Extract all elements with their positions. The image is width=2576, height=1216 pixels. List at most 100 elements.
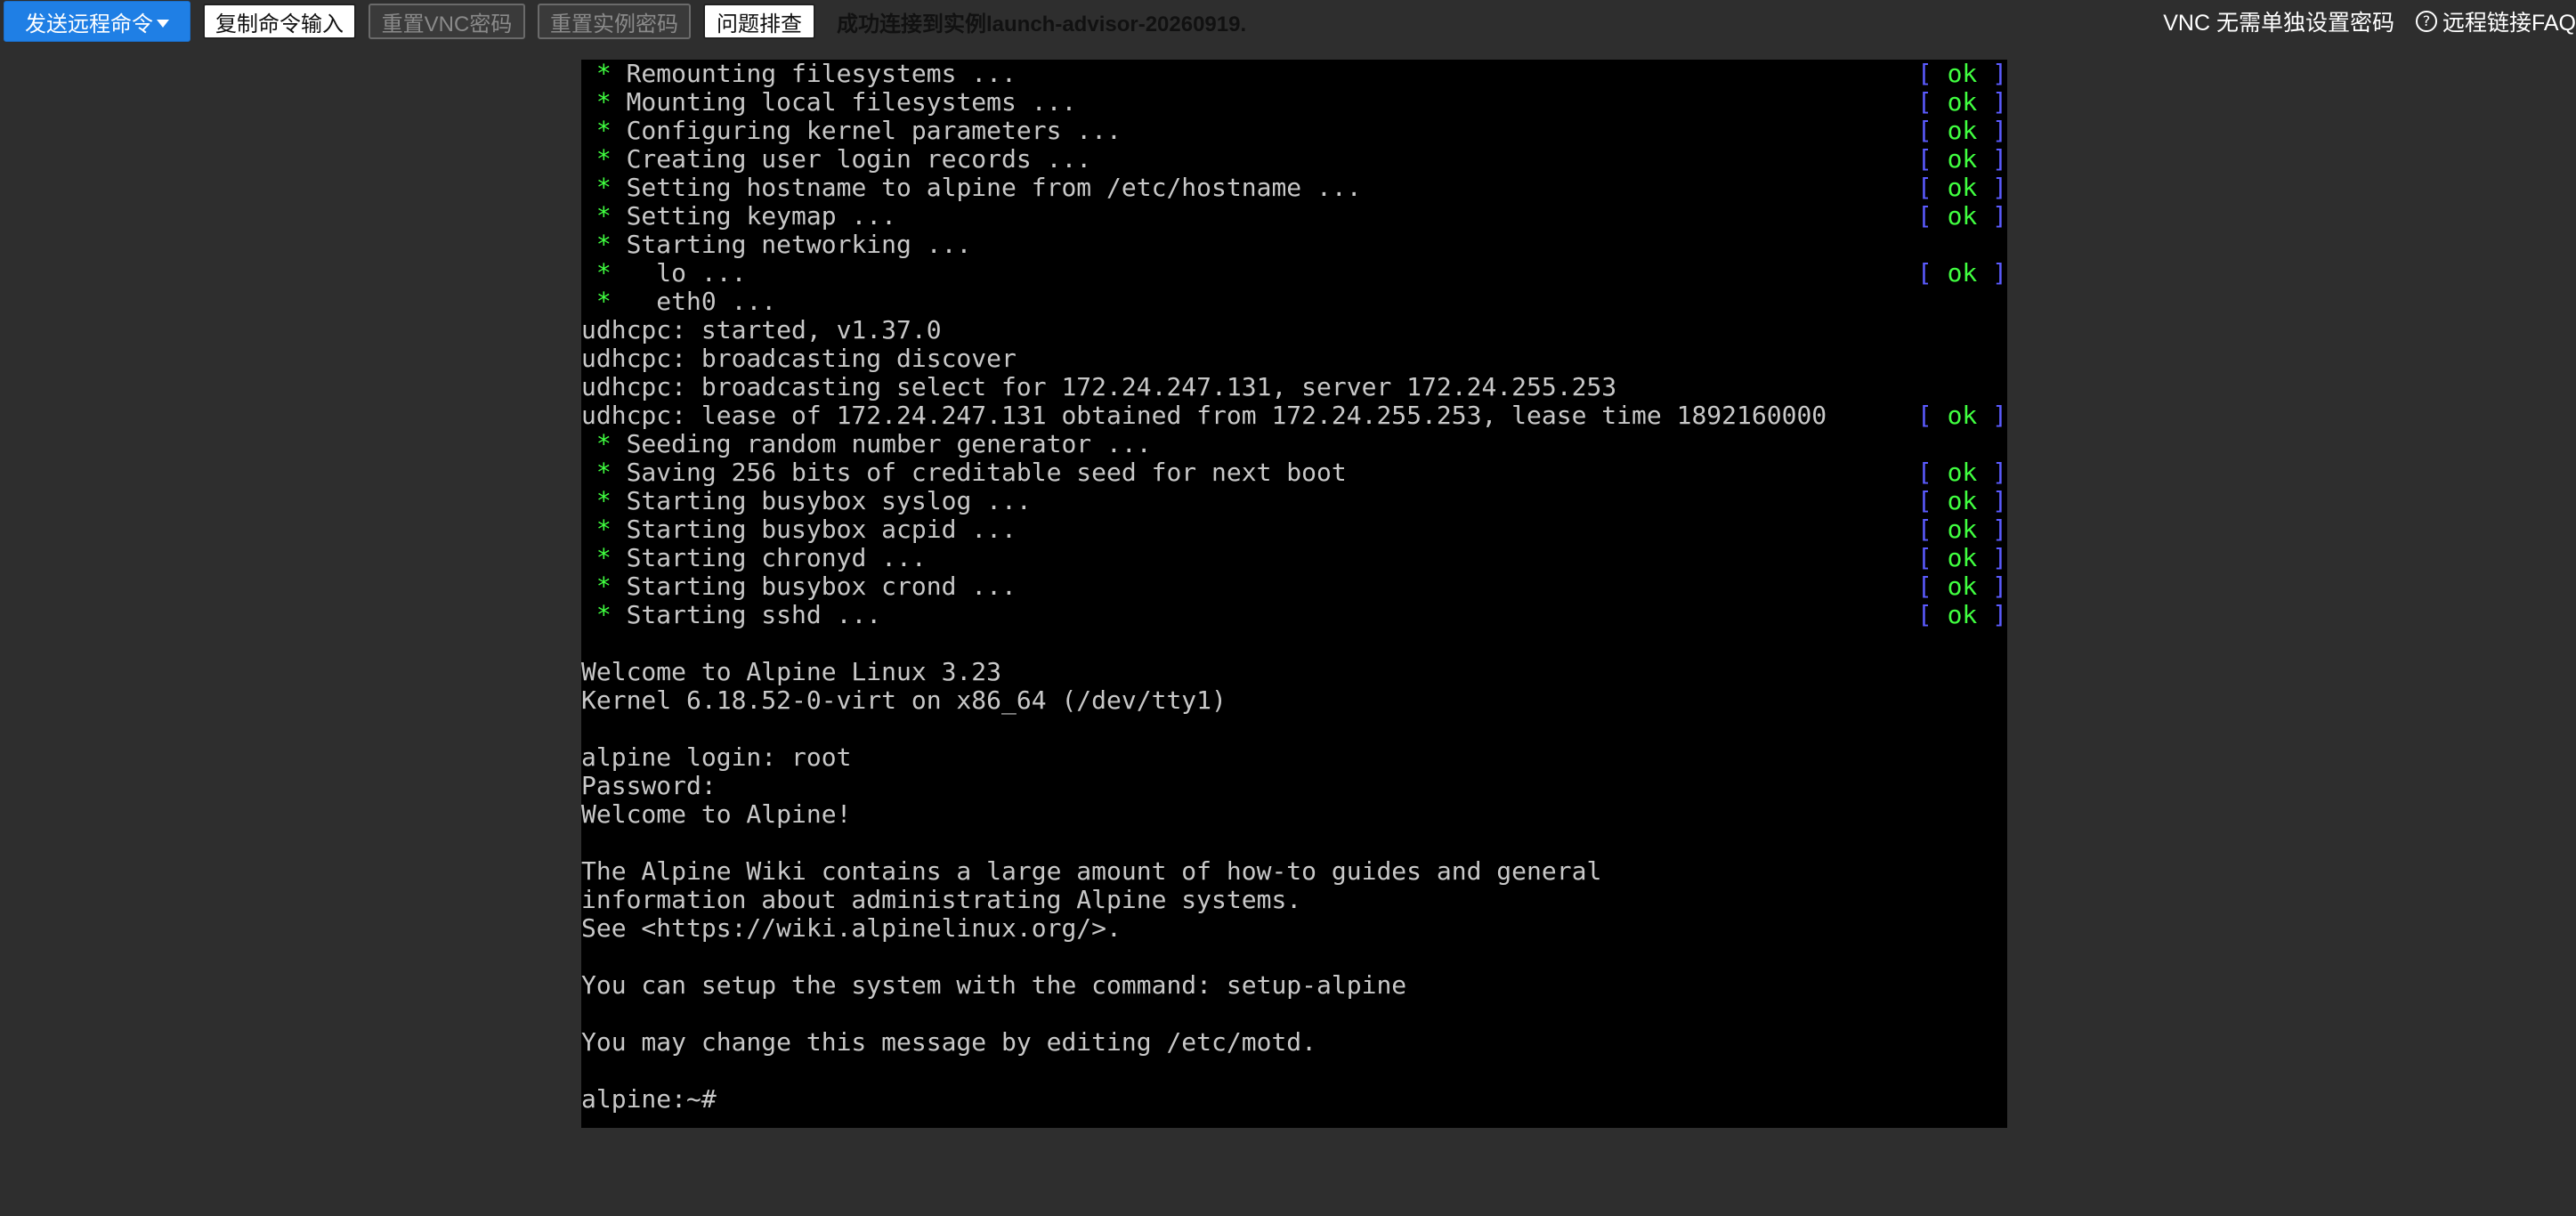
terminal-line-text: Configuring kernel parameters ... <box>626 116 1122 145</box>
ok-word: ok <box>1947 201 1978 231</box>
reset-vnc-password-button[interactable]: 重置VNC密码 <box>369 4 525 39</box>
ok-bracket-open: [ <box>1916 201 1948 231</box>
ok-bracket-open: [ <box>1916 116 1948 145</box>
terminal-line: * Configuring kernel parameters ... [ ok … <box>581 117 2007 145</box>
ok-bracket-close: ] <box>1977 201 2007 231</box>
vnc-password-link[interactable]: VNC 无需单独设置密码 <box>2163 5 2394 37</box>
terminal-ok-status: [ ok ] <box>1917 88 2007 117</box>
terminal-ok-status: [ ok ] <box>1917 174 2007 202</box>
ok-word: ok <box>1947 144 1978 174</box>
copy-command-input-button[interactable]: 复制命令输入 <box>203 4 356 39</box>
terminal-ok-status: [ ok ] <box>1917 601 2007 629</box>
terminal-line: The Alpine Wiki contains a large amount … <box>581 857 2007 886</box>
ok-bracket-close: ] <box>1977 515 2007 544</box>
troubleshoot-button[interactable]: 问题排查 <box>703 4 815 39</box>
terminal-line-text: Remounting filesystems ... <box>626 60 1017 88</box>
ok-bracket-open: [ <box>1916 486 1948 515</box>
terminal-line-text: Password: <box>581 771 717 800</box>
terminal-line-text: lo ... <box>626 258 747 288</box>
reset-vnc-password-label: 重置VNC密码 <box>381 12 513 36</box>
send-remote-command-button[interactable]: 发送远程命令 <box>4 1 190 42</box>
ok-bracket-open: [ <box>1916 458 1948 487</box>
terminal-ok-status: [ ok ] <box>1917 202 2007 231</box>
terminal-line: Welcome to Alpine! <box>581 800 2007 829</box>
terminal-bullet: * <box>581 173 627 202</box>
terminal-line-text: See <https://wiki.alpinelinux.org/>. <box>581 913 1122 943</box>
ok-bracket-open: [ <box>1916 258 1948 288</box>
terminal-line-text: You can setup the system with the comman… <box>581 970 1407 1000</box>
remote-link-faq[interactable]: ? 远程链接FAQ <box>2415 5 2576 37</box>
terminal-line-text: Saving 256 bits of creditable seed for n… <box>626 458 1347 487</box>
terminal-line-text: You may change this message by editing /… <box>581 1027 1317 1057</box>
ok-bracket-open: [ <box>1916 87 1948 117</box>
terminal-line: * Remounting filesystems ... [ ok ] <box>581 60 2007 88</box>
terminal-line-text: Starting busybox acpid ... <box>626 515 1017 544</box>
terminal-bullet: * <box>581 258 627 288</box>
terminal-bullet: * <box>581 144 627 174</box>
terminal-ok-status: [ ok ] <box>1917 117 2007 145</box>
terminal-line: udhcpc: lease of 172.24.247.131 obtained… <box>581 401 2007 430</box>
terminal-line-text: Starting busybox crond ... <box>626 572 1017 601</box>
terminal-line-text: udhcpc: lease of 172.24.247.131 obtained… <box>581 401 1827 430</box>
terminal-line-text: Starting sshd ... <box>626 600 882 629</box>
terminal-line: * Starting busybox crond ... [ ok ] <box>581 572 2007 601</box>
ok-bracket-open: [ <box>1916 401 1948 430</box>
terminal-line-text: Creating user login records ... <box>626 144 1092 174</box>
ok-bracket-close: ] <box>1977 87 2007 117</box>
ok-bracket-open: [ <box>1916 173 1948 202</box>
terminal-bullet: * <box>581 458 627 487</box>
ok-word: ok <box>1947 486 1978 515</box>
ok-bracket-close: ] <box>1977 116 2007 145</box>
terminal-line: * eth0 ... <box>581 288 2007 316</box>
terminal-line: * Saving 256 bits of creditable seed for… <box>581 458 2007 487</box>
terminal-ok-status: [ ok ] <box>1917 60 2007 88</box>
terminal-line: * Starting networking ... <box>581 231 2007 259</box>
terminal-line-text: alpine login: root <box>581 742 852 772</box>
terminal-ok-status: [ ok ] <box>1917 259 2007 288</box>
send-remote-command-label: 发送远程命令 <box>25 12 153 36</box>
terminal-ok-status: [ ok ] <box>1917 572 2007 601</box>
terminal-bullet: * <box>581 600 627 629</box>
ok-word: ok <box>1947 458 1978 487</box>
terminal-line: * Setting hostname to alpine from /etc/h… <box>581 174 2007 202</box>
right-tools: VNC 无需单独设置密码 ? 远程链接FAQ <box>2163 0 2576 43</box>
terminal-line-text: Setting keymap ... <box>626 201 897 231</box>
ok-bracket-close: ] <box>1977 401 2007 430</box>
ok-word: ok <box>1947 258 1978 288</box>
connection-status: 成功连接到实例launch-advisor-20260919. <box>837 12 1247 36</box>
ok-bracket-open: [ <box>1916 572 1948 601</box>
terminal-bullet: * <box>581 116 627 145</box>
terminal-line: You may change this message by editing /… <box>581 1028 2007 1057</box>
terminal-line: udhcpc: started, v1.37.0 <box>581 316 2007 345</box>
ok-word: ok <box>1947 401 1978 430</box>
terminal-line-text: information about administrating Alpine … <box>581 885 1302 914</box>
terminal-bullet: * <box>581 486 627 515</box>
ok-word: ok <box>1947 116 1978 145</box>
ok-bracket-close: ] <box>1977 600 2007 629</box>
terminal-line: alpine login: root <box>581 743 2007 772</box>
terminal-bullet: * <box>581 515 627 544</box>
ok-bracket-close: ] <box>1977 60 2007 88</box>
vnc-terminal-screen[interactable]: * Remounting filesystems ... [ ok ] * Mou… <box>581 60 2007 1128</box>
terminal-ok-status: [ ok ] <box>1917 458 2007 487</box>
ok-bracket-close: ] <box>1977 486 2007 515</box>
terminal-bullet: * <box>581 230 627 259</box>
terminal-line: * Starting busybox syslog ... [ ok ] <box>581 487 2007 515</box>
terminal-line: alpine:~# <box>581 1085 2007 1114</box>
ok-bracket-close: ] <box>1977 572 2007 601</box>
help-circle-icon: ? <box>2415 11 2437 32</box>
terminal-line: * Starting busybox acpid ... [ ok ] <box>581 515 2007 544</box>
terminal-line-text: Seeding random number generator ... <box>626 429 1152 458</box>
terminal-line-text: udhcpc: started, v1.37.0 <box>581 315 942 345</box>
terminal-line: udhcpc: broadcasting select for 172.24.2… <box>581 373 2007 401</box>
terminal-bullet: * <box>581 201 627 231</box>
terminal-bullet: * <box>581 60 627 88</box>
terminal-line-text: udhcpc: broadcasting discover <box>581 344 1017 373</box>
reset-instance-password-label: 重置实例密码 <box>550 12 678 36</box>
reset-instance-password-button[interactable]: 重置实例密码 <box>538 4 691 39</box>
ok-word: ok <box>1947 572 1978 601</box>
